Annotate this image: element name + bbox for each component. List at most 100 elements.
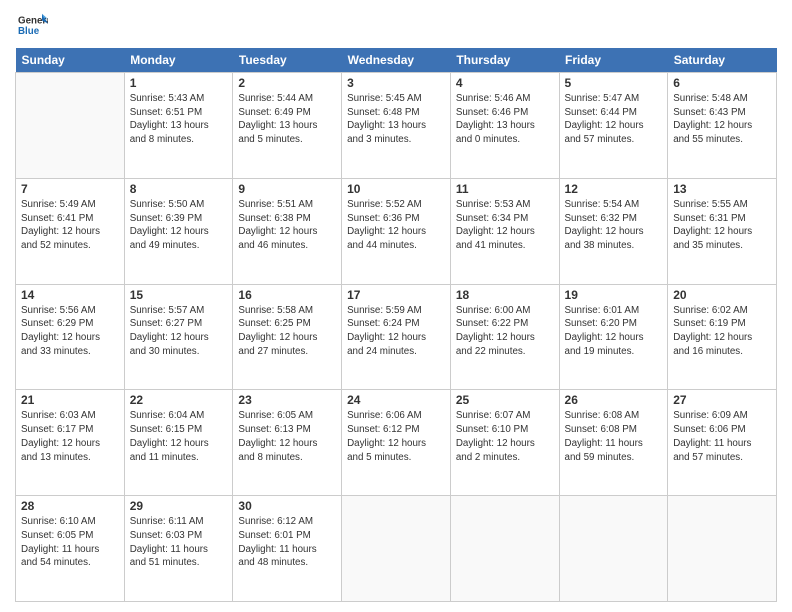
calendar-day-cell: 29 Sunrise: 6:11 AM Sunset: 6:03 PM Dayli… xyxy=(124,496,233,602)
day-info: Sunrise: 5:46 AM Sunset: 6:46 PM Dayligh… xyxy=(456,92,554,147)
day-number: 25 xyxy=(456,393,554,407)
day-info: Sunrise: 5:55 AM Sunset: 6:31 PM Dayligh… xyxy=(673,198,771,253)
calendar-day-cell: 21 Sunrise: 6:03 AM Sunset: 6:17 PM Dayli… xyxy=(16,390,125,496)
calendar-day-cell: 20 Sunrise: 6:02 AM Sunset: 6:19 PM Dayli… xyxy=(668,284,777,390)
calendar-table: SundayMondayTuesdayWednesdayThursdayFrid… xyxy=(15,48,777,602)
calendar-day-cell: 7Sunrise: 5:49 AM Sunset: 6:41 PM Daylig… xyxy=(16,178,125,284)
calendar-day-cell xyxy=(559,496,668,602)
day-number: 27 xyxy=(673,393,771,407)
calendar-day-cell: 16Sunrise: 5:58 AM Sunset: 6:25 PM Dayli… xyxy=(233,284,342,390)
weekday-header-thursday: Thursday xyxy=(450,48,559,73)
calendar-day-cell: 15 Sunrise: 5:57 AM Sunset: 6:27 PM Dayli… xyxy=(124,284,233,390)
day-info: Sunrise: 5:51 AM Sunset: 6:38 PM Dayligh… xyxy=(238,198,336,253)
day-number: 10 xyxy=(347,182,445,196)
day-info: Sunrise: 6:10 AM Sunset: 6:05 PM Dayligh… xyxy=(21,515,119,570)
calendar-day-cell: 14 Sunrise: 5:56 AM Sunset: 6:29 PM Dayli… xyxy=(16,284,125,390)
day-info: Sunrise: 5:58 AM Sunset: 6:25 PM Dayligh… xyxy=(238,304,336,359)
calendar-day-cell: 10 Sunrise: 5:52 AM Sunset: 6:36 PM Dayli… xyxy=(342,178,451,284)
calendar-day-cell: 23 Sunrise: 6:05 AM Sunset: 6:13 PM Dayli… xyxy=(233,390,342,496)
calendar-day-cell: 6 Sunrise: 5:48 AM Sunset: 6:43 PM Daylig… xyxy=(668,73,777,179)
calendar-week-2: 7Sunrise: 5:49 AM Sunset: 6:41 PM Daylig… xyxy=(16,178,777,284)
day-number: 23 xyxy=(238,393,336,407)
day-info: Sunrise: 5:56 AM Sunset: 6:29 PM Dayligh… xyxy=(21,304,119,359)
day-number: 29 xyxy=(130,499,228,513)
calendar-day-cell: 9 Sunrise: 5:51 AM Sunset: 6:38 PM Daylig… xyxy=(233,178,342,284)
day-number: 12 xyxy=(565,182,663,196)
day-info: Sunrise: 5:59 AM Sunset: 6:24 PM Dayligh… xyxy=(347,304,445,359)
calendar-day-cell: 28Sunrise: 6:10 AM Sunset: 6:05 PM Dayli… xyxy=(16,496,125,602)
day-info: Sunrise: 5:53 AM Sunset: 6:34 PM Dayligh… xyxy=(456,198,554,253)
page-header: General Blue xyxy=(15,10,777,40)
day-number: 13 xyxy=(673,182,771,196)
day-number: 5 xyxy=(565,76,663,90)
day-number: 2 xyxy=(238,76,336,90)
day-info: Sunrise: 5:44 AM Sunset: 6:49 PM Dayligh… xyxy=(238,92,336,147)
calendar-day-cell: 27Sunrise: 6:09 AM Sunset: 6:06 PM Dayli… xyxy=(668,390,777,496)
day-number: 8 xyxy=(130,182,228,196)
calendar-week-4: 21 Sunrise: 6:03 AM Sunset: 6:17 PM Dayli… xyxy=(16,390,777,496)
calendar-day-cell: 25 Sunrise: 6:07 AM Sunset: 6:10 PM Dayli… xyxy=(450,390,559,496)
calendar-week-3: 14 Sunrise: 5:56 AM Sunset: 6:29 PM Dayli… xyxy=(16,284,777,390)
day-info: Sunrise: 6:04 AM Sunset: 6:15 PM Dayligh… xyxy=(130,409,228,464)
weekday-header-tuesday: Tuesday xyxy=(233,48,342,73)
calendar-day-cell: 22 Sunrise: 6:04 AM Sunset: 6:15 PM Dayli… xyxy=(124,390,233,496)
day-number: 15 xyxy=(130,288,228,302)
calendar-day-cell: 1 Sunrise: 5:43 AM Sunset: 6:51 PM Daylig… xyxy=(124,73,233,179)
calendar-day-cell: 18Sunrise: 6:00 AM Sunset: 6:22 PM Dayli… xyxy=(450,284,559,390)
day-info: Sunrise: 6:06 AM Sunset: 6:12 PM Dayligh… xyxy=(347,409,445,464)
calendar-day-cell: 24 Sunrise: 6:06 AM Sunset: 6:12 PM Dayli… xyxy=(342,390,451,496)
day-info: Sunrise: 6:08 AM Sunset: 6:08 PM Dayligh… xyxy=(565,409,663,464)
logo: General Blue xyxy=(15,10,48,40)
day-number: 22 xyxy=(130,393,228,407)
calendar-day-cell xyxy=(342,496,451,602)
day-number: 1 xyxy=(130,76,228,90)
day-info: Sunrise: 6:07 AM Sunset: 6:10 PM Dayligh… xyxy=(456,409,554,464)
day-info: Sunrise: 5:47 AM Sunset: 6:44 PM Dayligh… xyxy=(565,92,663,147)
calendar-day-cell: 12Sunrise: 5:54 AM Sunset: 6:32 PM Dayli… xyxy=(559,178,668,284)
day-number: 19 xyxy=(565,288,663,302)
day-info: Sunrise: 6:05 AM Sunset: 6:13 PM Dayligh… xyxy=(238,409,336,464)
day-number: 11 xyxy=(456,182,554,196)
svg-text:Blue: Blue xyxy=(18,26,40,37)
day-number: 20 xyxy=(673,288,771,302)
calendar-day-cell xyxy=(668,496,777,602)
calendar-day-cell: 30Sunrise: 6:12 AM Sunset: 6:01 PM Dayli… xyxy=(233,496,342,602)
day-number: 9 xyxy=(238,182,336,196)
day-number: 3 xyxy=(347,76,445,90)
calendar-day-cell: 3Sunrise: 5:45 AM Sunset: 6:48 PM Daylig… xyxy=(342,73,451,179)
calendar-week-5: 28Sunrise: 6:10 AM Sunset: 6:05 PM Dayli… xyxy=(16,496,777,602)
weekday-header-row: SundayMondayTuesdayWednesdayThursdayFrid… xyxy=(16,48,777,73)
day-info: Sunrise: 6:03 AM Sunset: 6:17 PM Dayligh… xyxy=(21,409,119,464)
logo-icon: General Blue xyxy=(18,10,48,40)
day-number: 6 xyxy=(673,76,771,90)
day-info: Sunrise: 5:49 AM Sunset: 6:41 PM Dayligh… xyxy=(21,198,119,253)
calendar-day-cell: 19 Sunrise: 6:01 AM Sunset: 6:20 PM Dayli… xyxy=(559,284,668,390)
calendar-day-cell: 17 Sunrise: 5:59 AM Sunset: 6:24 PM Dayli… xyxy=(342,284,451,390)
day-number: 21 xyxy=(21,393,119,407)
day-number: 26 xyxy=(565,393,663,407)
calendar-day-cell: 11 Sunrise: 5:53 AM Sunset: 6:34 PM Dayli… xyxy=(450,178,559,284)
calendar-day-cell xyxy=(450,496,559,602)
day-info: Sunrise: 5:43 AM Sunset: 6:51 PM Dayligh… xyxy=(130,92,228,147)
day-info: Sunrise: 6:12 AM Sunset: 6:01 PM Dayligh… xyxy=(238,515,336,570)
calendar-day-cell: 26 Sunrise: 6:08 AM Sunset: 6:08 PM Dayli… xyxy=(559,390,668,496)
day-info: Sunrise: 6:02 AM Sunset: 6:19 PM Dayligh… xyxy=(673,304,771,359)
day-info: Sunrise: 5:48 AM Sunset: 6:43 PM Dayligh… xyxy=(673,92,771,147)
weekday-header-sunday: Sunday xyxy=(16,48,125,73)
day-info: Sunrise: 6:01 AM Sunset: 6:20 PM Dayligh… xyxy=(565,304,663,359)
weekday-header-saturday: Saturday xyxy=(668,48,777,73)
calendar-day-cell: 5 Sunrise: 5:47 AM Sunset: 6:44 PM Daylig… xyxy=(559,73,668,179)
day-info: Sunrise: 5:52 AM Sunset: 6:36 PM Dayligh… xyxy=(347,198,445,253)
day-info: Sunrise: 5:57 AM Sunset: 6:27 PM Dayligh… xyxy=(130,304,228,359)
day-number: 18 xyxy=(456,288,554,302)
weekday-header-monday: Monday xyxy=(124,48,233,73)
day-number: 24 xyxy=(347,393,445,407)
calendar-day-cell: 4 Sunrise: 5:46 AM Sunset: 6:46 PM Daylig… xyxy=(450,73,559,179)
day-info: Sunrise: 6:11 AM Sunset: 6:03 PM Dayligh… xyxy=(130,515,228,570)
weekday-header-wednesday: Wednesday xyxy=(342,48,451,73)
day-number: 17 xyxy=(347,288,445,302)
calendar-day-cell: 8Sunrise: 5:50 AM Sunset: 6:39 PM Daylig… xyxy=(124,178,233,284)
day-number: 4 xyxy=(456,76,554,90)
day-number: 14 xyxy=(21,288,119,302)
weekday-header-friday: Friday xyxy=(559,48,668,73)
